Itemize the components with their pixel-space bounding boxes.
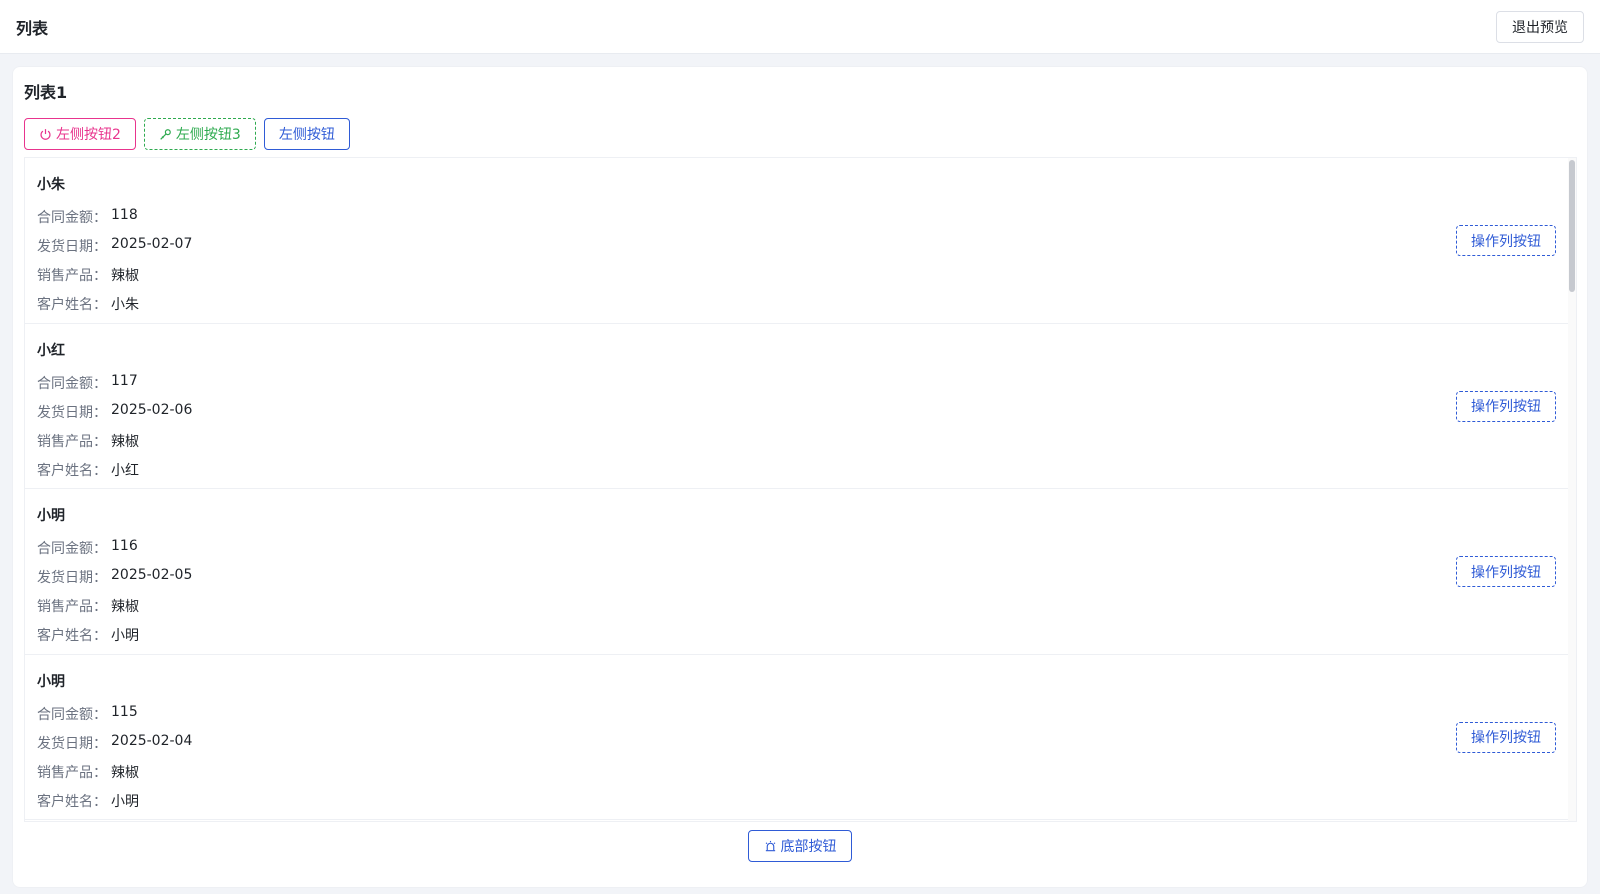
field-value: 小明 [111,793,139,810]
field-product: 销售产品： 辣椒 [37,596,139,616]
operation-button[interactable]: 操作列按钮 [1456,225,1556,256]
field-value: 辣椒 [111,433,139,450]
exit-preview-button[interactable]: 退出预览 [1496,11,1584,43]
field-label: 合同金额： [37,706,107,723]
item-name: 小朱 [37,177,65,193]
field-label: 客户姓名： [37,462,107,479]
field-label: 销售产品： [37,764,107,781]
field-amount: 合同金额： 118 [37,207,138,227]
left-button[interactable]: 左侧按钮 [263,118,350,150]
item-name: 小明 [37,508,65,524]
left-button-2[interactable]: 左侧按钮2 [24,118,136,150]
operation-button[interactable]: 操作列按钮 [1456,390,1556,422]
field-product: 销售产品： 辣椒 [37,431,139,451]
alarm-icon [765,840,775,851]
field-label: 合同金额： [37,210,107,226]
bottom-button[interactable]: 底部按钮 [748,830,852,862]
field-value: 辣椒 [111,764,139,781]
field-product: 销售产品： 辣椒 [37,265,139,285]
field-value: 116 [111,538,138,554]
field-label: 发货日期： [37,239,107,255]
list-item: 小红 合同金额： 117 发货日期： 2025-02-06 销售产品： 辣椒 客户姓名… [25,324,1568,489]
field-customer: 客户姓名： 小朱 [37,294,139,314]
left-button-2-label: 左侧按钮2 [56,127,121,143]
field-value: 2025-02-07 [111,236,193,252]
bottom-button-label: 底部按钮 [780,839,837,855]
field-amount: 合同金额： 116 [37,538,138,558]
left-button-3-label: 左侧按钮3 [175,127,241,143]
field-label: 销售产品： [37,599,107,615]
page-title: 列表 [16,19,49,38]
field-label: 销售产品： [37,268,107,284]
field-label: 发货日期： [37,735,107,752]
field-label: 合同金额： [37,375,107,392]
field-value: 2025-02-05 [111,567,193,583]
list-item: 小朱 合同金额： 118 发货日期： 2025-02-07 销售产品： 辣椒 客户姓名… [25,158,1568,324]
wrench-icon [160,128,171,140]
top-bar: 列表 退出预览 [0,0,1600,54]
left-button-group: 左侧按钮2 左侧按钮3 左侧按钮 [24,118,350,150]
field-label: 合同金额： [37,541,107,557]
field-date: 发货日期： 2025-02-05 [37,567,192,587]
field-date: 发货日期： 2025-02-06 [37,402,192,422]
scrollbar-track[interactable] [1568,158,1576,821]
field-customer: 客户姓名： 小红 [37,460,139,480]
field-customer: 客户姓名： 小明 [37,625,139,645]
field-value: 2025-02-04 [111,732,193,749]
field-date: 发货日期： 2025-02-07 [37,236,192,256]
field-label: 发货日期： [37,570,107,586]
field-value: 小红 [111,462,139,479]
field-value: 小朱 [111,297,139,313]
list-panel: 列表1 左侧按钮2 左侧按钮3 左侧按钮 小朱 合同金额： 118 发货日期： 20… [12,66,1588,888]
list-item: 小明 合同金额： 115 发货日期： 2025-02-04 销售产品： 辣椒 客户姓名… [25,655,1568,820]
field-value: 118 [111,207,138,223]
field-product: 销售产品： 辣椒 [37,762,139,782]
field-label: 销售产品： [37,433,107,450]
field-label: 客户姓名： [37,793,107,810]
field-value: 小明 [111,628,139,644]
field-customer: 客户姓名： 小明 [37,791,139,811]
list-scroll-area[interactable]: 小朱 合同金额： 118 发货日期： 2025-02-07 销售产品： 辣椒 客户姓名… [24,157,1577,822]
field-value: 117 [111,372,138,389]
field-value: 辣椒 [111,599,139,615]
list-item: 小明 合同金额： 116 发货日期： 2025-02-05 销售产品： 辣椒 客户姓名… [25,489,1568,655]
field-label: 客户姓名： [37,297,107,313]
scrollbar-thumb[interactable] [1569,160,1575,292]
field-label: 客户姓名： [37,628,107,644]
left-button-3[interactable]: 左侧按钮3 [143,118,256,150]
field-amount: 合同金额： 115 [37,704,138,724]
operation-button[interactable]: 操作列按钮 [1456,721,1556,753]
field-amount: 合同金额： 117 [37,373,138,393]
item-name: 小红 [37,342,65,359]
left-button-label: 左侧按钮 [278,127,335,143]
item-name: 小明 [37,673,65,690]
field-label: 发货日期： [37,404,107,421]
list-title: 列表1 [24,83,68,102]
field-value: 115 [111,703,138,720]
field-date: 发货日期： 2025-02-04 [37,733,192,753]
power-icon [40,128,51,140]
operation-button[interactable]: 操作列按钮 [1456,556,1556,587]
field-value: 2025-02-06 [111,401,193,418]
field-value: 辣椒 [111,268,139,284]
